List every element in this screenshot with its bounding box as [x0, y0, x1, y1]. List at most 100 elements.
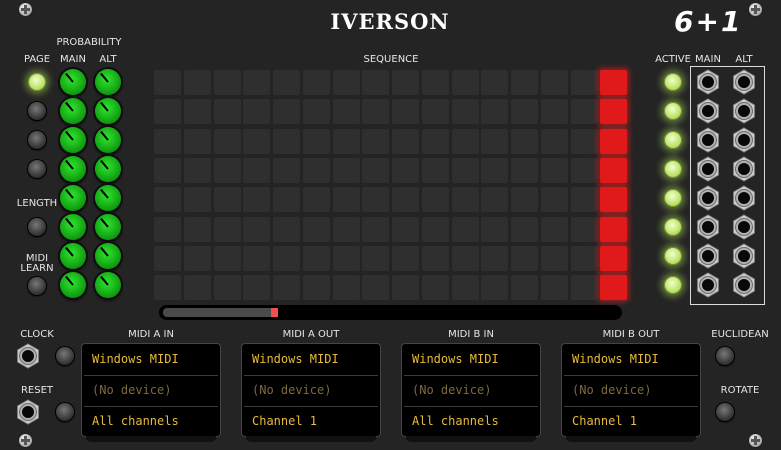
step-cell[interactable]	[421, 275, 449, 301]
step-cell[interactable]	[302, 157, 330, 183]
step-cell[interactable]	[570, 70, 598, 95]
step-cell[interactable]	[273, 70, 300, 95]
active-led-2[interactable]	[664, 102, 682, 120]
step-cell[interactable]	[243, 128, 271, 154]
active-led-8[interactable]	[664, 276, 682, 294]
step-cell[interactable]	[362, 157, 390, 183]
step-cell[interactable]	[421, 216, 449, 242]
page-3-button[interactable]	[28, 131, 46, 149]
step-cell[interactable]	[451, 128, 479, 154]
step-cell[interactable]	[243, 245, 271, 271]
step-cell[interactable]	[540, 128, 568, 154]
step-cell[interactable]	[511, 216, 538, 242]
step-cell[interactable]	[183, 275, 211, 301]
midi-channel-select[interactable]: Channel 1	[562, 406, 700, 436]
step-cell[interactable]	[392, 128, 419, 154]
step-cell[interactable]	[540, 275, 568, 301]
step-cell[interactable]	[600, 275, 628, 301]
step-cell[interactable]	[183, 157, 211, 183]
active-led-5[interactable]	[664, 189, 682, 207]
midi-channel-select[interactable]: Channel 1	[242, 406, 380, 436]
step-cell[interactable]	[540, 245, 568, 271]
step-cell[interactable]	[332, 187, 360, 213]
alt-probability-knob-8[interactable]	[95, 272, 121, 298]
step-cell[interactable]	[213, 187, 241, 213]
step-cell[interactable]	[600, 245, 628, 271]
step-cell[interactable]	[332, 245, 360, 271]
step-cell[interactable]	[302, 275, 330, 301]
step-cell[interactable]	[451, 275, 479, 301]
step-cell[interactable]	[540, 99, 568, 125]
main-output-jack-4[interactable]	[695, 156, 721, 182]
alt-probability-knob-6[interactable]	[95, 214, 121, 240]
step-cell[interactable]	[362, 187, 390, 213]
step-cell[interactable]	[302, 216, 330, 242]
step-cell[interactable]	[392, 157, 419, 183]
step-cell[interactable]	[481, 157, 509, 183]
step-cell[interactable]	[540, 70, 568, 95]
euclidean-button[interactable]	[716, 347, 734, 365]
step-cell[interactable]	[213, 245, 241, 271]
alt-output-jack-1[interactable]	[731, 69, 757, 95]
step-cell[interactable]	[392, 70, 419, 95]
step-cell[interactable]	[600, 128, 628, 154]
step-cell[interactable]	[600, 70, 628, 95]
main-probability-knob-5[interactable]	[60, 185, 86, 211]
step-cell[interactable]	[154, 275, 181, 301]
page-1-led[interactable]	[28, 73, 46, 91]
step-cell[interactable]	[481, 245, 509, 271]
step-cell[interactable]	[600, 216, 628, 242]
active-led-3[interactable]	[664, 131, 682, 149]
step-cell[interactable]	[362, 245, 390, 271]
reset-input-jack[interactable]	[15, 399, 41, 425]
alt-probability-knob-4[interactable]	[95, 156, 121, 182]
step-cell[interactable]	[213, 70, 241, 95]
step-cell[interactable]	[362, 99, 390, 125]
alt-probability-knob-5[interactable]	[95, 185, 121, 211]
length-button[interactable]	[28, 218, 46, 236]
step-cell[interactable]	[154, 245, 181, 271]
step-cell[interactable]	[332, 70, 360, 95]
step-cell[interactable]	[392, 275, 419, 301]
step-cell[interactable]	[332, 216, 360, 242]
step-cell[interactable]	[302, 128, 330, 154]
step-cell[interactable]	[392, 99, 419, 125]
step-cell[interactable]	[213, 216, 241, 242]
main-probability-knob-2[interactable]	[60, 98, 86, 124]
step-cell[interactable]	[243, 70, 271, 95]
step-cell[interactable]	[154, 70, 181, 95]
step-cell[interactable]	[273, 128, 300, 154]
active-led-7[interactable]	[664, 247, 682, 265]
step-cell[interactable]	[154, 216, 181, 242]
clock-button[interactable]	[56, 347, 74, 365]
step-cell[interactable]	[511, 275, 538, 301]
step-cell[interactable]	[213, 157, 241, 183]
step-cell[interactable]	[570, 216, 598, 242]
step-cell[interactable]	[511, 187, 538, 213]
active-led-4[interactable]	[664, 160, 682, 178]
main-probability-knob-4[interactable]	[60, 156, 86, 182]
clock-input-jack[interactable]	[15, 343, 41, 369]
reset-button[interactable]	[56, 403, 74, 421]
step-cell[interactable]	[570, 275, 598, 301]
alt-output-jack-7[interactable]	[731, 243, 757, 269]
step-cell[interactable]	[183, 187, 211, 213]
step-cell[interactable]	[243, 187, 271, 213]
main-output-jack-2[interactable]	[695, 98, 721, 124]
step-cell[interactable]	[540, 216, 568, 242]
step-cell[interactable]	[183, 245, 211, 271]
step-cell[interactable]	[421, 70, 449, 95]
step-cell[interactable]	[154, 157, 181, 183]
step-cell[interactable]	[421, 245, 449, 271]
step-cell[interactable]	[570, 99, 598, 125]
step-cell[interactable]	[511, 70, 538, 95]
step-cell[interactable]	[302, 99, 330, 125]
step-cell[interactable]	[183, 128, 211, 154]
main-output-jack-1[interactable]	[695, 69, 721, 95]
step-cell[interactable]	[273, 99, 300, 125]
alt-probability-knob-2[interactable]	[95, 98, 121, 124]
step-cell[interactable]	[421, 157, 449, 183]
midi-device-select[interactable]: (No device)	[402, 375, 540, 405]
step-cell[interactable]	[332, 275, 360, 301]
step-cell[interactable]	[481, 70, 509, 95]
